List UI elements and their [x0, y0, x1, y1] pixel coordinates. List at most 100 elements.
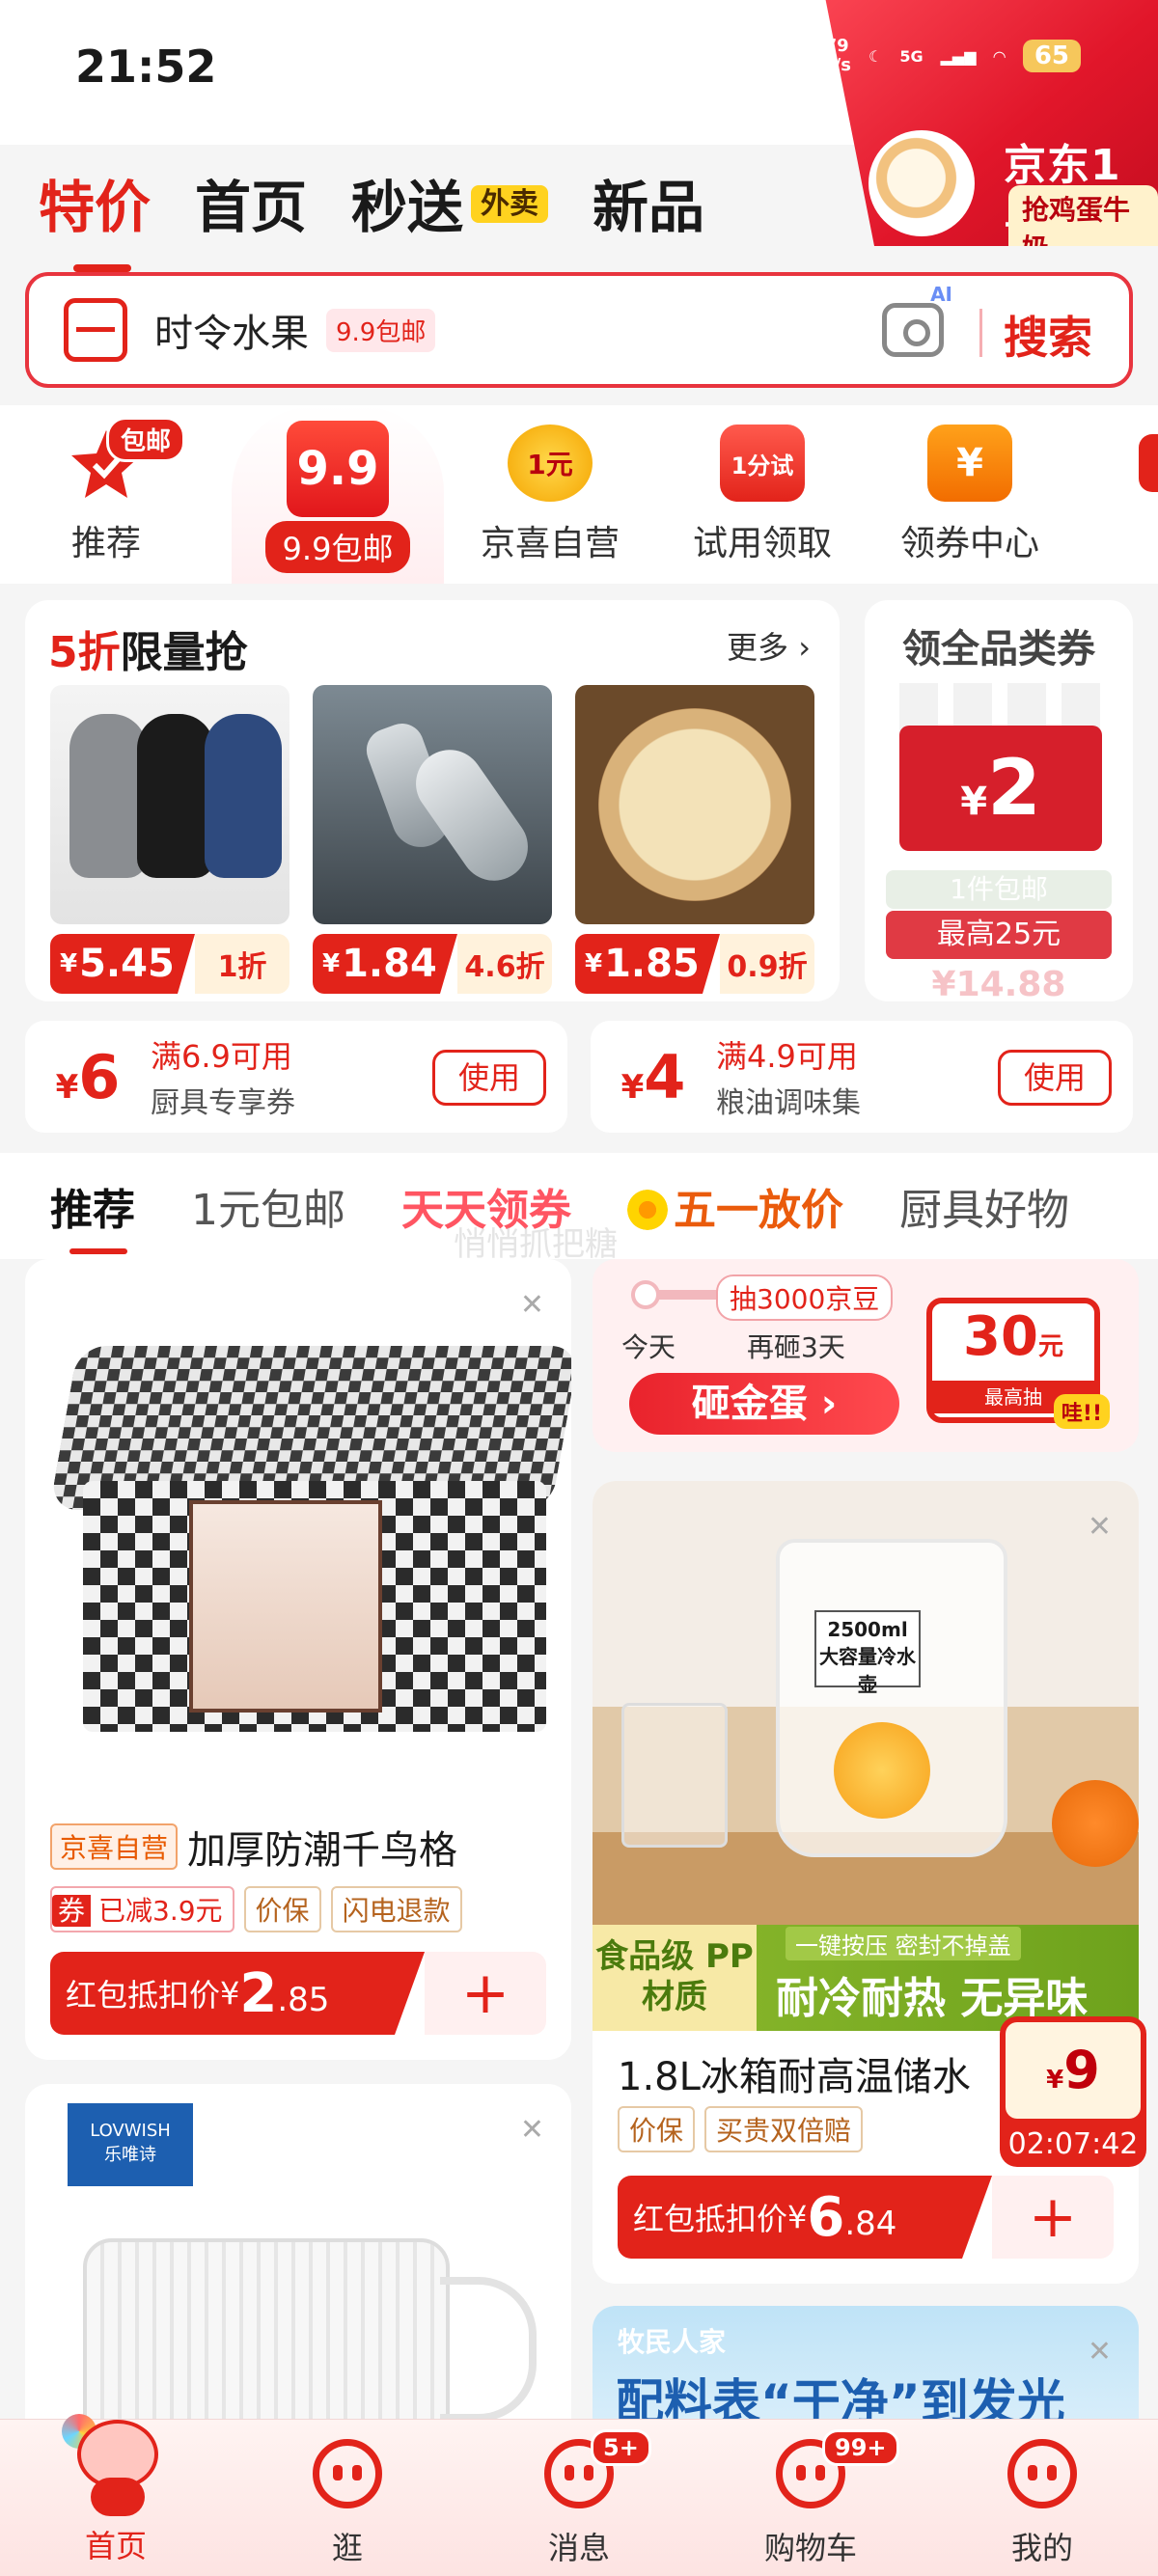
moon-icon: ☾	[868, 46, 883, 66]
flash-item[interactable]: ¥1.85 0.9折	[575, 685, 814, 994]
free-shipping-badge: 包邮	[105, 417, 185, 462]
flash-sale-section: 5折限量抢 更多 › ¥5.45 1折 ¥1.84 4.6折 ¥1.85 0.9折	[25, 600, 840, 1001]
eggs-image	[868, 130, 975, 236]
add-to-cart-button[interactable]: +	[992, 2176, 1114, 2259]
takeaway-badge: 外卖	[471, 185, 549, 223]
scan-icon[interactable]	[64, 298, 127, 362]
category-coupon-shipping: 1件包邮	[886, 870, 1112, 909]
coupon-kitchen: ¥6 满6.9可用 厨具专享券 使用	[25, 1021, 567, 1133]
bag-icon: 9.9	[287, 421, 389, 517]
bottom-tab-messages[interactable]: 5+ 消息	[502, 2429, 656, 2568]
channel-more-icon[interactable]	[1139, 434, 1158, 492]
search-button[interactable]: 搜索	[1004, 303, 1092, 367]
product-title: 加厚防潮千鸟格	[187, 1828, 458, 1873]
flower-icon	[627, 1190, 668, 1230]
search-bar[interactable]: 时令水果 9.9包邮 搜索	[25, 272, 1133, 388]
watermark: 悄悄抓把糖	[454, 1225, 618, 1264]
clock: 21:52	[75, 41, 217, 93]
feed-tab-1yuan[interactable]: 1元包邮	[191, 1175, 345, 1237]
network-label: 5G	[899, 46, 924, 66]
buy-bar[interactable]: 红包抵扣价 ¥2.85 +	[50, 1952, 546, 2035]
flash-sale-more-link[interactable]: 更多 ›	[727, 623, 811, 668]
channel-9-9[interactable]: 9.9 9.9包邮	[232, 405, 444, 584]
use-coupon-button[interactable]: 使用	[432, 1050, 546, 1106]
product-chips: 价保 买贵双倍赔	[618, 2106, 864, 2152]
flash-item[interactable]: ¥1.84 4.6折	[313, 685, 552, 994]
discount-chip: 券已减3.9元	[50, 1886, 234, 1932]
corner-promo-subtitle: 抢鸡蛋牛奶	[1008, 185, 1158, 246]
star-check-icon: 包邮	[64, 417, 185, 502]
profile-icon	[1007, 2439, 1077, 2508]
wifi-icon: ◠	[993, 46, 1006, 66]
tab-instant-delivery[interactable]: 秒送 外卖	[351, 162, 549, 243]
double-compensation-chip: 买贵双倍赔	[704, 2106, 864, 2152]
add-to-cart-button[interactable]: +	[425, 1952, 546, 2035]
channel-jingxi[interactable]: 1元 京喜自营	[454, 425, 647, 565]
coupon-icon: ¥	[927, 425, 1012, 502]
bean-reward-label: 抽3000京豆	[716, 1274, 894, 1321]
channel-coupons[interactable]: ¥ 领券中心	[873, 425, 1066, 565]
gift-bag-icon: 1分试	[720, 425, 805, 502]
smash-egg-button[interactable]: 砸金蛋 ›	[629, 1373, 899, 1435]
coupon-value: ¥4	[620, 1041, 686, 1112]
product-title: 1.8L冰箱耐高温储水	[618, 2055, 971, 2099]
countdown: 02:07:42	[1007, 2127, 1139, 2161]
bottom-tab-profile[interactable]: 我的	[965, 2439, 1119, 2568]
search-tag: 9.9包邮	[326, 308, 436, 352]
feed-tab-recommend[interactable]: 推荐	[50, 1175, 135, 1254]
bottom-tab-browse[interactable]: 逛	[270, 2439, 425, 2568]
jingxi-badge: 京喜自营	[50, 1823, 179, 1870]
close-icon[interactable]: ✕	[1088, 1510, 1112, 1544]
flash-item[interactable]: ¥5.45 1折	[50, 685, 290, 994]
channel-trial[interactable]: 1分试 试用领取	[666, 425, 859, 565]
product-chips: 券已减3.9元 价保 闪电退款	[50, 1886, 462, 1932]
category-coupon-title: 领全品类券	[902, 627, 1095, 671]
fast-refund-chip: 闪电退款	[330, 1886, 462, 1932]
category-coupon-card[interactable]: 领全品类券 ¥2 1件包邮 最高25元 ¥14.88	[865, 600, 1133, 1001]
network-speed: 1.79 MB/s	[804, 36, 851, 75]
browse-icon	[313, 2439, 382, 2508]
feed-tab-mayday[interactable]: 五一放价	[627, 1175, 843, 1237]
product-title-row: 京喜自营 加厚防潮千鸟格	[50, 1819, 457, 1875]
coupon-grain-oil: ¥4 满4.9可用 粮油调味集 使用	[591, 1021, 1133, 1133]
channel-recommend[interactable]: 包邮 推荐	[10, 417, 203, 565]
golden-egg-card[interactable]: 抽3000京豆 今天 再砸3天 砸金蛋 › 30元 最高抽 哇!!	[593, 1259, 1139, 1452]
cart-count-badge: 99+	[822, 2429, 899, 2466]
channel-icon-row: 包邮 推荐 9.9 9.9包邮 1元 京喜自营 1分试 试用领取 ¥ 领券中心	[0, 405, 1158, 584]
status-icons: 1.79 MB/s ☾ 5G ▂▄▆ ◠ 65	[804, 37, 1081, 75]
feed-tab-kitchen[interactable]: 厨具好物	[899, 1175, 1069, 1237]
search-query[interactable]: 时令水果	[154, 302, 309, 358]
tab-special-price[interactable]: 特价	[39, 162, 151, 272]
channel-9-9-label: 9.9包邮	[264, 521, 411, 573]
buy-bar[interactable]: 红包抵扣价 ¥6.84 +	[618, 2176, 1114, 2259]
tab-new-products[interactable]: 新品	[593, 162, 704, 243]
use-coupon-button[interactable]: 使用	[998, 1050, 1112, 1106]
top-tabs: 特价 首页 秒送 外卖 新品	[39, 162, 704, 272]
price-protect-chip: 价保	[243, 1886, 321, 1932]
close-icon[interactable]: ✕	[1088, 2335, 1112, 2369]
sling-bag-image	[50, 685, 290, 924]
water-jug-image: 2500ml 大容量冷水壶	[593, 1481, 1139, 1983]
bottom-tab-cart[interactable]: 99+ 购物车	[733, 2429, 899, 2568]
progress-knob	[631, 1280, 660, 1309]
mug-handle	[440, 2277, 537, 2422]
battery-indicator: 65	[1022, 40, 1081, 72]
search-divider	[979, 309, 982, 357]
tab-home[interactable]: 首页	[195, 162, 307, 243]
bottom-tab-home[interactable]: 首页	[39, 2414, 193, 2566]
brand-logo: LOVWISH 乐唯诗	[68, 2103, 193, 2186]
message-count-badge: 5+	[591, 2429, 651, 2466]
close-icon[interactable]: ✕	[520, 2113, 544, 2147]
price-protect-chip: 价保	[618, 2106, 696, 2152]
flash-sale-title: 5折限量抢	[48, 628, 248, 677]
coupon-value: ¥6	[55, 1041, 121, 1112]
jug-feature-banner: 食品级 PP材质 一键按压 密封不掉盖 耐冷耐热 无异味	[593, 1925, 1139, 2031]
exclaim-badge: 哇!!	[1053, 1394, 1110, 1429]
storage-box-image	[44, 1317, 571, 2050]
product-card-storage-box[interactable]: ✕ 京喜自营 加厚防潮千鸟格 券已减3.9元 价保 闪电退款 红包抵扣价 ¥2.8…	[25, 1259, 571, 2060]
spoon-image	[313, 685, 552, 924]
floating-countdown-widget[interactable]: ¥9 02:07:42	[1000, 2016, 1146, 2167]
coin-icon: 1元	[508, 425, 593, 502]
camera-ai-icon[interactable]	[882, 283, 952, 357]
category-coupon-amount: ¥2	[899, 726, 1102, 851]
